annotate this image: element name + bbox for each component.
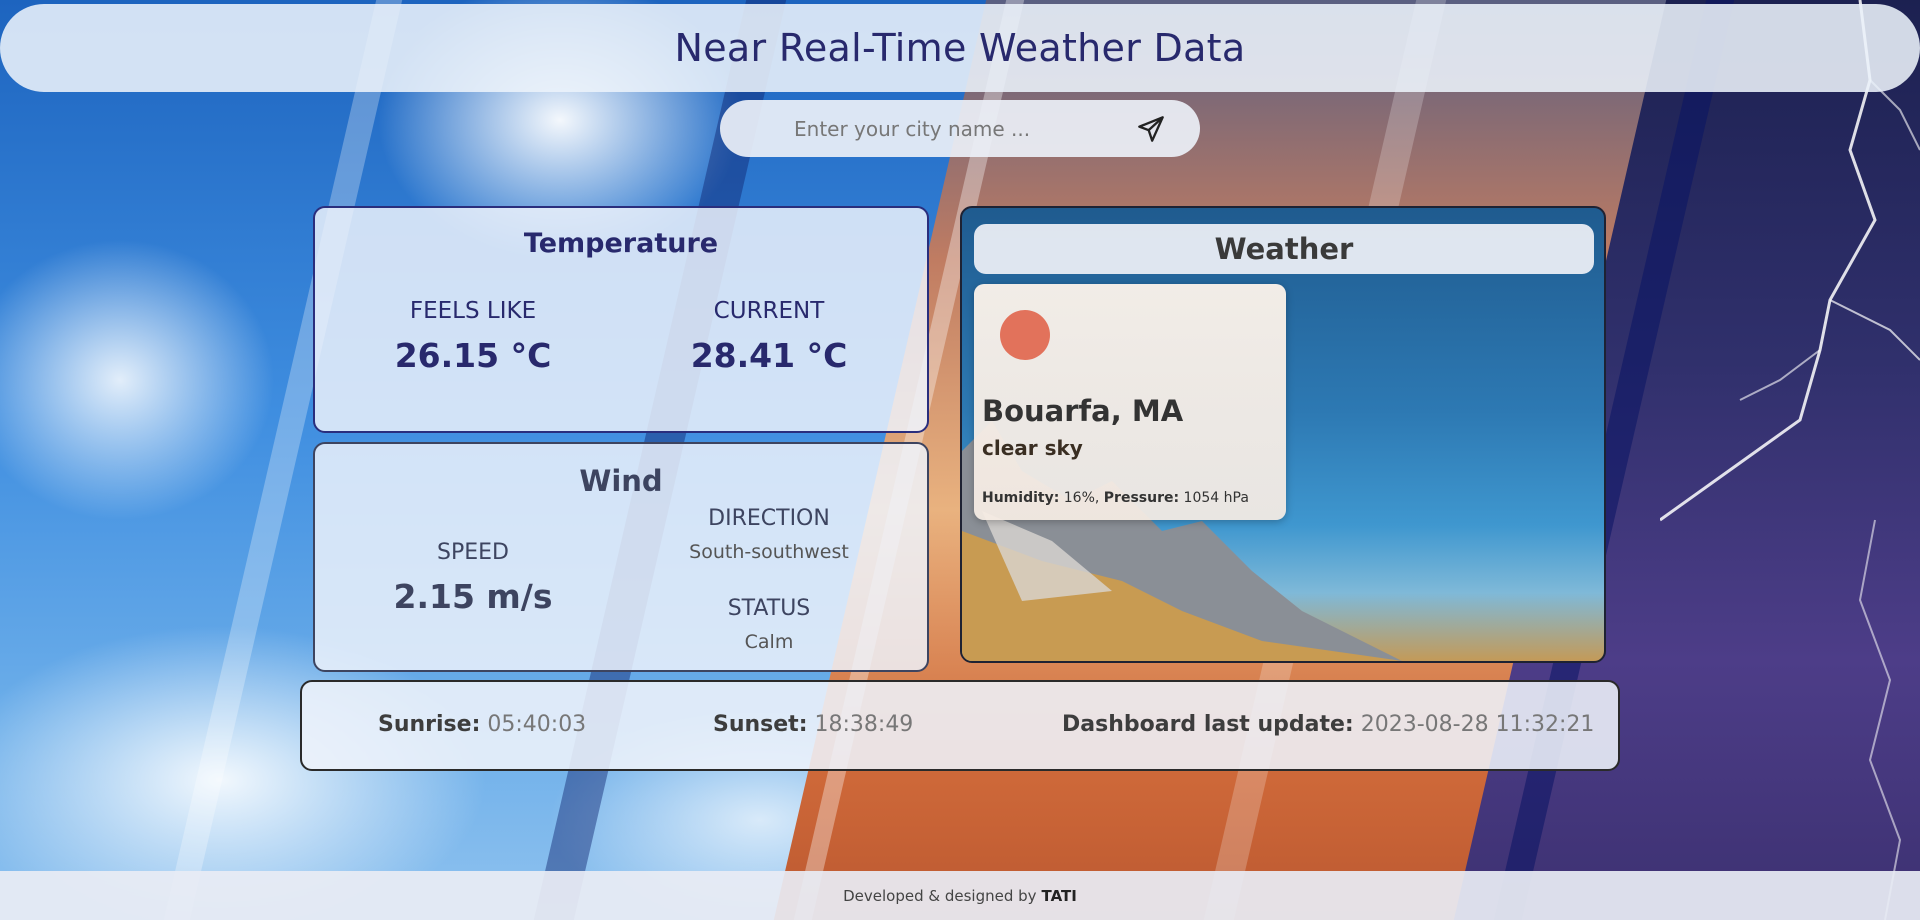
wind-speed-label: SPEED: [437, 540, 509, 565]
city-name: Bouarfa, MA: [982, 394, 1184, 428]
wind-status-label: STATUS: [727, 596, 811, 621]
feels-like-label: FEELS LIKE: [409, 298, 537, 324]
wind-speed-value: 2.15 m/s: [393, 577, 553, 616]
temperature-card: Temperature FEELS LIKE 26.15 °C CURRENT …: [313, 206, 929, 433]
wind-direction-label: DIRECTION: [708, 506, 830, 531]
last-update: Dashboard last update: 2023-08-28 11:32:…: [1062, 712, 1594, 737]
send-icon: [1138, 116, 1164, 142]
last-update-label: Dashboard last update:: [1062, 712, 1354, 737]
page-title: Near Real-Time Weather Data: [674, 26, 1246, 70]
page-header: Near Real-Time Weather Data: [0, 4, 1920, 92]
wind-card: Wind SPEED 2.15 m/s DIRECTION South-sout…: [313, 442, 929, 672]
sun-times-bar: Sunrise: 05:40:03 Sunset: 18:38:49 Dashb…: [300, 680, 1620, 771]
search-submit-button[interactable]: [1136, 114, 1166, 144]
sunset-value: 18:38:49: [814, 712, 914, 737]
wind-speed-block: SPEED 2.15 m/s: [323, 540, 623, 616]
current-temp-value: 28.41 °C: [690, 336, 848, 375]
last-update-value: 2023-08-28 11:32:21: [1360, 712, 1595, 737]
wind-status-value: Calm: [744, 631, 794, 653]
pressure-value: 1054 hPa: [1183, 490, 1249, 506]
footer-text: Developed & designed by: [843, 886, 1037, 905]
humidity-value: 16%,: [1063, 490, 1100, 506]
page-footer: Developed & designed by TATI: [0, 871, 1920, 920]
sunset: Sunset: 18:38:49: [713, 712, 913, 737]
wind-direction-value: South-southwest: [689, 541, 849, 563]
footer-author: TATI: [1041, 886, 1077, 905]
humidity-label: Humidity:: [982, 490, 1060, 506]
lightning-icon: [1660, 0, 1920, 920]
current-temp-block: CURRENT 28.41 °C: [619, 298, 919, 375]
sunrise: Sunrise: 05:40:03: [378, 712, 586, 737]
sunrise-value: 05:40:03: [487, 712, 587, 737]
pressure-label: Pressure:: [1103, 490, 1180, 506]
wind-direction-block: DIRECTION South-southwest: [619, 506, 919, 563]
sunrise-label: Sunrise:: [378, 712, 481, 737]
city-search-input[interactable]: [794, 116, 1094, 141]
wind-status-block: STATUS Calm: [619, 596, 919, 653]
wind-title: Wind: [579, 464, 663, 498]
search-bar: [720, 100, 1200, 157]
feels-like-block: FEELS LIKE 26.15 °C: [323, 298, 623, 375]
weather-metrics: Humidity: 16%, Pressure: 1054 hPa: [982, 490, 1249, 506]
weather-card: Weather Bouarfa, MA clear sky Humidity: …: [960, 206, 1606, 663]
weather-title-bar: Weather: [974, 224, 1594, 274]
sunset-label: Sunset:: [713, 712, 808, 737]
weather-description: clear sky: [982, 436, 1083, 460]
temperature-title: Temperature: [523, 228, 719, 259]
feels-like-value: 26.15 °C: [394, 336, 552, 375]
sun-icon: [1000, 310, 1050, 360]
weather-info-panel: Bouarfa, MA clear sky Humidity: 16%, Pre…: [974, 284, 1286, 520]
current-temp-label: CURRENT: [713, 298, 825, 324]
weather-title: Weather: [1214, 232, 1354, 266]
